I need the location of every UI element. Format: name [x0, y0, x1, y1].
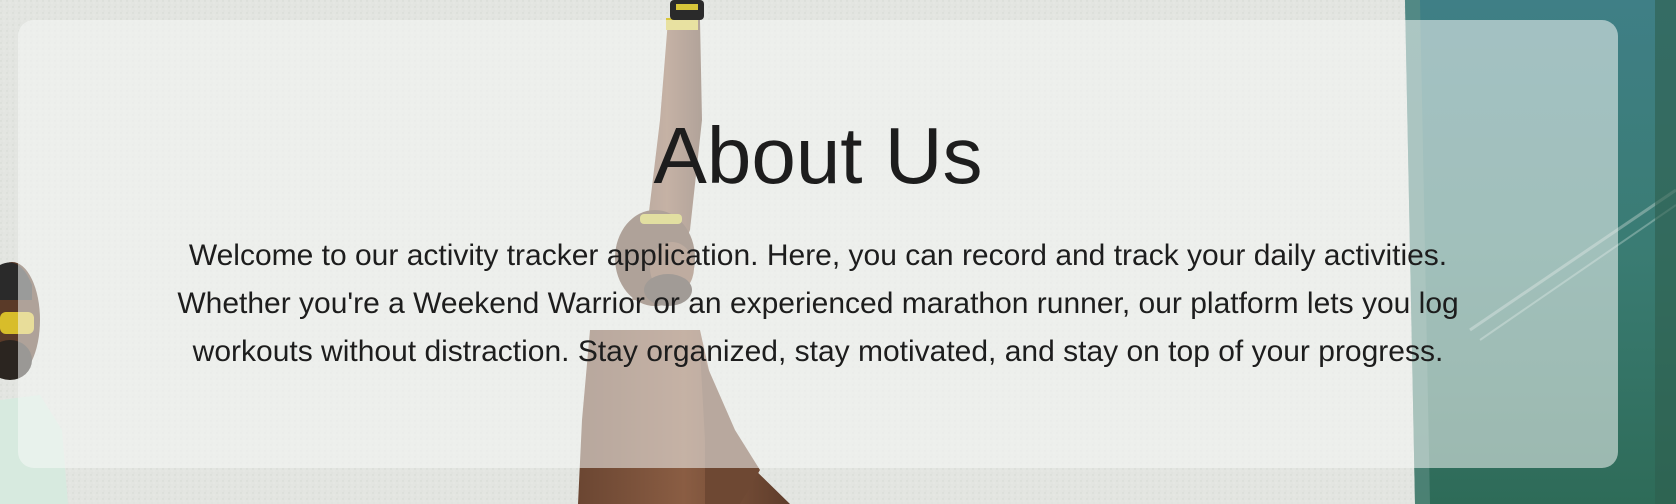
about-card: About Us Welcome to our activity tracker…: [18, 20, 1618, 468]
page-title: About Us: [653, 111, 983, 200]
about-hero: About Us Welcome to our activity tracker…: [0, 0, 1676, 504]
about-description: Welcome to our activity tracker applicat…: [177, 239, 1459, 368]
